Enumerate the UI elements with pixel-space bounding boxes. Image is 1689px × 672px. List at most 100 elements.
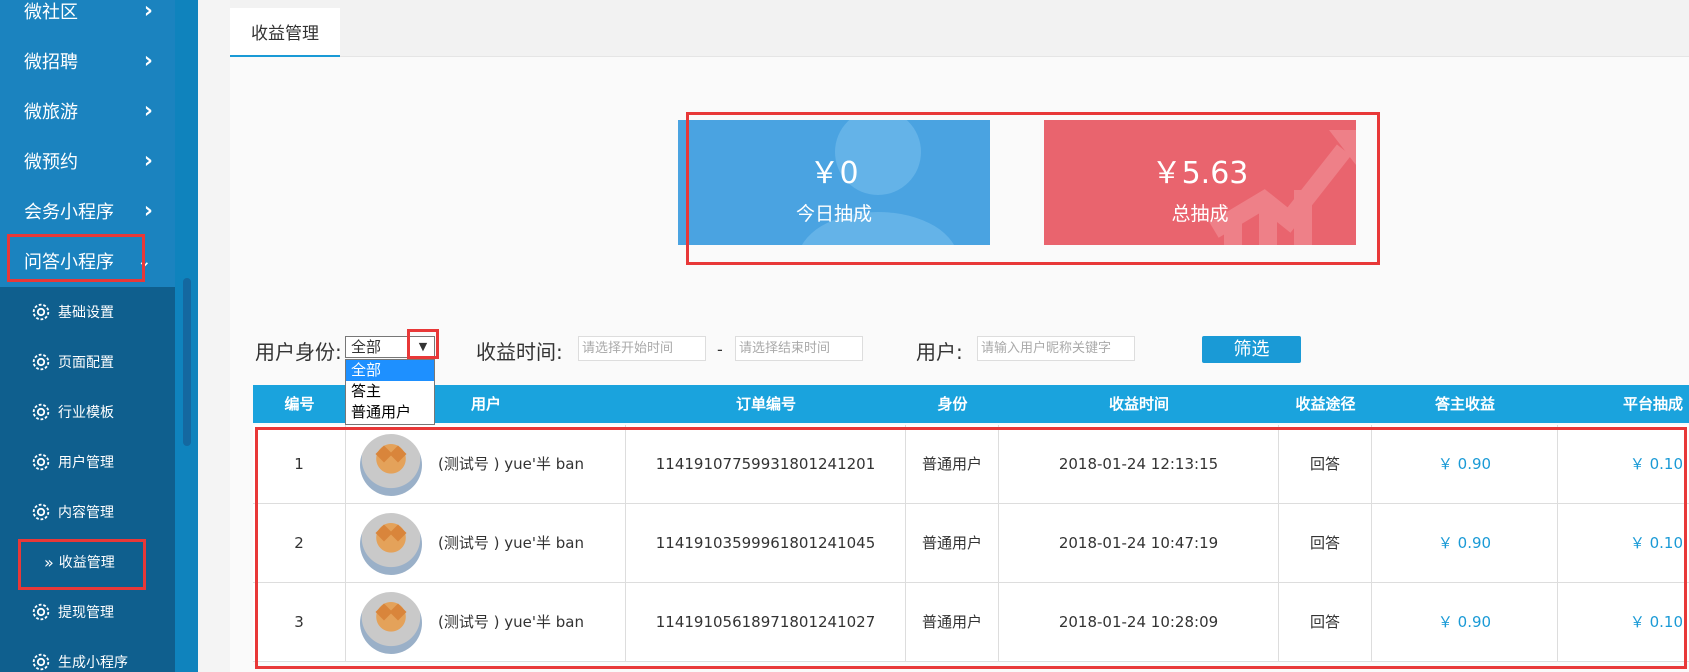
tab-bar: 收益管理 bbox=[230, 8, 1689, 57]
cell-user: (测试号 ) yue'半 ban bbox=[346, 583, 626, 662]
cell-answerer-revenue: ￥ 0.90 bbox=[1372, 583, 1558, 662]
user-search-input[interactable]: 请输入用户昵称关键字 bbox=[977, 336, 1135, 361]
menu-wei-shequ[interactable]: 微社区 › bbox=[0, 0, 175, 36]
cell-answerer-revenue: ￥ 0.90 bbox=[1372, 425, 1558, 504]
sub-item-basic-settings[interactable]: 基础设置 bbox=[0, 287, 175, 337]
cell-order: 1141910775993180124120​1 bbox=[626, 425, 906, 504]
tab-revenue-management[interactable]: 收益管理 bbox=[230, 8, 340, 57]
cell-user: (测试号 ) yue'半 ban bbox=[346, 425, 626, 504]
sub-item-revenue-management[interactable]: » 收益管理 bbox=[0, 537, 175, 587]
sub-item-label: 用户管理 bbox=[58, 455, 114, 471]
cell-identity: 普通用户 bbox=[906, 425, 999, 504]
chevron-right-icon: › bbox=[143, 198, 153, 224]
date-separator: - bbox=[717, 340, 723, 359]
menu-wenda-miniapp[interactable]: 问答小程序 ⌄ bbox=[0, 236, 175, 286]
identity-filter-label: 用户身份: bbox=[255, 340, 342, 364]
sub-item-label: 收益管理 bbox=[58, 555, 115, 571]
today-commission-card: ￥0 今日抽成 bbox=[678, 120, 990, 245]
sub-item-label: 页面配置 bbox=[58, 355, 114, 371]
today-commission-amount: ￥0 bbox=[809, 156, 859, 191]
cell-platform-commission: ￥ 0.10 bbox=[1629, 455, 1683, 473]
cell-id: 2 bbox=[253, 504, 346, 583]
content-gutter bbox=[198, 0, 230, 672]
start-date-input[interactable]: 请选择开始时间 bbox=[578, 336, 706, 361]
identity-option-regular-user[interactable]: 普通用户 bbox=[346, 402, 434, 423]
cell-id: 1 bbox=[253, 425, 346, 504]
avatar bbox=[360, 434, 422, 496]
sub-item-generate-miniapp[interactable]: 生成小程序 bbox=[0, 637, 175, 672]
sub-item-label: 基础设置 bbox=[58, 305, 114, 321]
th-route: 收益途径 bbox=[1295, 395, 1356, 413]
table-header: 编号 用户 订单编号 身份 收益时间 收益途径 答主收益 平台抽成 bbox=[253, 385, 1689, 423]
cell-route: 回答 bbox=[1279, 504, 1372, 583]
cell-order: 11419105618971801241027 bbox=[626, 583, 906, 662]
identity-select[interactable]: 全部 ▼ bbox=[345, 336, 435, 358]
end-date-input[interactable]: 请选择结束时间 bbox=[735, 336, 863, 361]
gear-icon bbox=[32, 303, 50, 321]
gear-icon bbox=[32, 653, 50, 671]
identity-option-all[interactable]: 全部 bbox=[346, 360, 434, 381]
sidebar-scroll-thumb[interactable] bbox=[183, 278, 191, 446]
submenu-wenda: 基础设置 页面配置 行业模板 用户管理 内容管理 » 收益管理 提现管理 生成小 bbox=[0, 287, 175, 672]
sub-item-label: 提现管理 bbox=[58, 605, 114, 621]
menu-label: 微旅游 bbox=[24, 102, 78, 123]
cell-time: 2018-01-24 10:47:19 bbox=[999, 504, 1279, 583]
sub-item-label: 行业模板 bbox=[58, 405, 114, 421]
menu-label: 微社区 bbox=[24, 2, 78, 23]
sub-item-user-management[interactable]: 用户管理 bbox=[0, 437, 175, 487]
th-identity: 身份 bbox=[937, 395, 968, 413]
gear-icon bbox=[32, 453, 50, 471]
identity-option-answerer[interactable]: 答主 bbox=[346, 381, 434, 402]
sub-item-industry-template[interactable]: 行业模板 bbox=[0, 387, 175, 437]
table-row[interactable]: 3 (测试号 ) yue'半 ban 114191056189718012410… bbox=[253, 583, 1689, 662]
cell-answerer-revenue: ￥ 0.90 bbox=[1372, 504, 1558, 583]
dropdown-arrow-icon[interactable]: ▼ bbox=[412, 337, 434, 357]
avatar bbox=[360, 513, 422, 575]
cell-user: (测试号 ) yue'半 ban bbox=[346, 504, 626, 583]
table-row[interactable]: 1 (测试号 ) yue'半 ban 114191077599318012412… bbox=[253, 425, 1689, 504]
chevron-down-icon: ⌄ bbox=[137, 251, 151, 271]
menu-wei-zhaopin[interactable]: 微招聘 › bbox=[0, 36, 175, 86]
th-answerer-revenue: 答主收益 bbox=[1434, 395, 1495, 413]
cell-time: 2018-01-24 10:28:09 bbox=[999, 583, 1279, 662]
menu-label: 会务小程序 bbox=[24, 202, 114, 223]
double-chevron-right-icon: » bbox=[44, 552, 54, 572]
sub-item-withdraw-management[interactable]: 提现管理 bbox=[0, 587, 175, 637]
menu-huiwu-miniapp[interactable]: 会务小程序 › bbox=[0, 186, 175, 236]
cell-platform-commission: ￥ 0.10 bbox=[1629, 534, 1683, 552]
avatar bbox=[360, 592, 422, 654]
gear-icon bbox=[32, 603, 50, 621]
cell-platform-commission: ￥ 0.10 bbox=[1629, 613, 1683, 631]
menu-wei-lvyou[interactable]: 微旅游 › bbox=[0, 86, 175, 136]
user-name: (测试号 ) yue'半 ban bbox=[438, 534, 584, 552]
th-id: 编号 bbox=[284, 395, 315, 413]
chevron-right-icon: › bbox=[143, 0, 153, 24]
chevron-right-icon: › bbox=[143, 98, 153, 124]
th-time: 收益时间 bbox=[1108, 395, 1169, 413]
sub-item-page-config[interactable]: 页面配置 bbox=[0, 337, 175, 387]
gear-icon bbox=[32, 403, 50, 421]
cell-identity: 普通用户 bbox=[906, 504, 999, 583]
sidebar: 微社区 › 微招聘 › 微旅游 › 微预约 › 会务小程序 › 问答小程序 ⌄ … bbox=[0, 0, 198, 672]
th-platform-commission: 平台抽成 bbox=[1622, 395, 1683, 413]
filter-button[interactable]: 筛选 bbox=[1202, 336, 1301, 363]
menu-label: 问答小程序 bbox=[24, 252, 114, 273]
chevron-right-icon: › bbox=[143, 48, 153, 74]
total-commission-card: ￥5.63 总抽成 bbox=[1044, 120, 1356, 245]
identity-dropdown-list: 全部 答主 普通用户 bbox=[345, 359, 435, 425]
gear-icon bbox=[32, 353, 50, 371]
cell-route: 回答 bbox=[1279, 583, 1372, 662]
identity-select-value: 全部 bbox=[351, 338, 382, 356]
menu-wei-yuyue[interactable]: 微预约 › bbox=[0, 136, 175, 186]
total-commission-amount: ￥5.63 bbox=[1151, 156, 1249, 191]
today-commission-label: 今日抽成 bbox=[795, 203, 872, 225]
menu-label: 微预约 bbox=[24, 152, 78, 173]
sub-item-content-management[interactable]: 内容管理 bbox=[0, 487, 175, 537]
table-row[interactable]: 2 (测试号 ) yue'半 ban 114191035999618012410… bbox=[253, 504, 1689, 583]
user-filter-label: 用户: bbox=[916, 340, 963, 364]
menu-label: 微招聘 bbox=[24, 52, 78, 73]
cell-time: 2018-01-24 12:13:15 bbox=[999, 425, 1279, 504]
time-filter-label: 收益时间: bbox=[476, 340, 563, 364]
cell-identity: 普通用户 bbox=[906, 583, 999, 662]
gear-icon bbox=[32, 503, 50, 521]
